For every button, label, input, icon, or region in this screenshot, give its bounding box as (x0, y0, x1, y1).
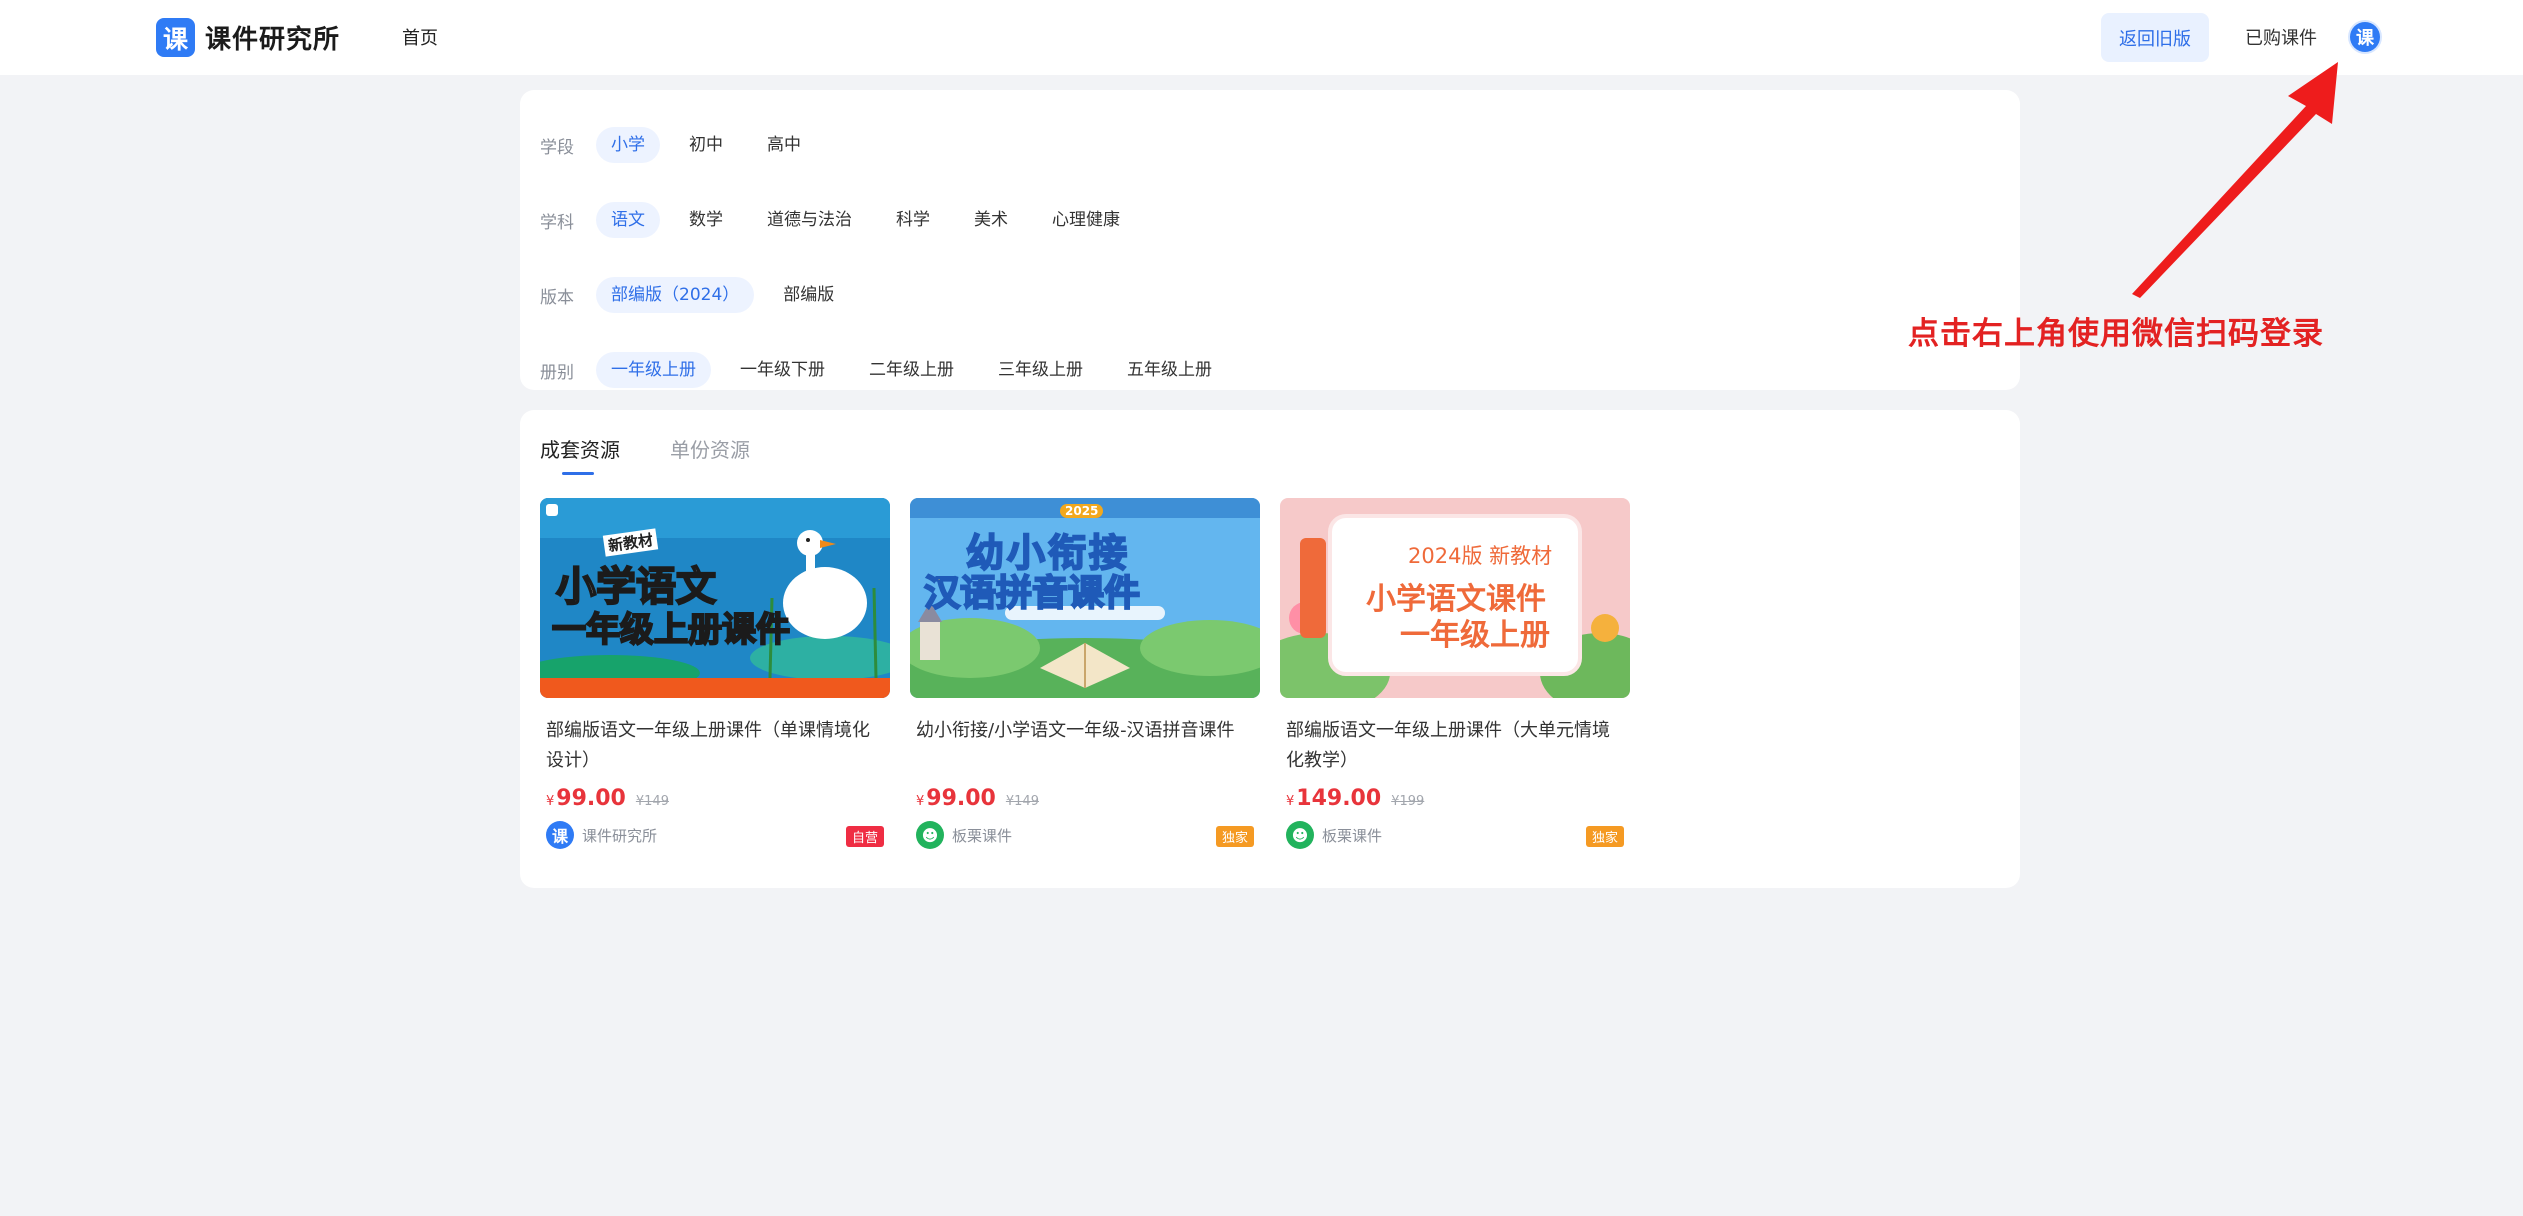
filter-label-subject: 学科 (540, 212, 574, 233)
course-title[interactable]: 部编版语文一年级上册课件（大单元情境化教学） (1286, 716, 1624, 776)
thumb-tag: 2024版 新教材 (1408, 544, 1553, 568)
original-price: ¥149 (1005, 794, 1039, 809)
shop-avatar-icon: ☻ (916, 821, 944, 849)
filter-row-subject: 学科 语文 数学 道德与法治 科学 美术 心理健康 (540, 202, 1149, 238)
logo-icon: 课 (156, 18, 195, 57)
shop-name[interactable]: 板栗课件 (952, 825, 1012, 846)
thumb-subheadline: 一年级上册 (1400, 618, 1550, 653)
filter-chip-subject-math[interactable]: 数学 (674, 202, 738, 238)
filter-row-edition: 版本 部编版（2024） 部编版 (540, 277, 863, 313)
filter-chip-stage-junior[interactable]: 初中 (674, 127, 738, 163)
filter-panel: 学段 小学 初中 高中 学科 语文 数学 道德与法治 科学 美术 心理健康 版本… (520, 90, 2020, 390)
price-row: ¥ 149.00 ¥199 (1286, 786, 1624, 812)
filter-chip-edition-2024[interactable]: 部编版（2024） (596, 277, 755, 313)
currency-symbol: ¥ (916, 794, 925, 809)
tab-bundle-resources[interactable]: 成套资源 (540, 434, 620, 475)
original-price: ¥149 (635, 794, 669, 809)
filter-label-stage: 学段 (540, 137, 574, 158)
price-row: ¥ 99.00 ¥149 (916, 786, 1254, 812)
shop-row: ☻ 板栗课件 独家 (1286, 820, 1624, 850)
filter-chip-volume-g1-up[interactable]: 一年级上册 (596, 352, 711, 388)
course-title[interactable]: 幼小衔接/小学语文一年级-汉语拼音课件 (916, 716, 1254, 776)
course-card[interactable]: 2024版 新教材 小学语文课件 一年级上册 部编版语文一年级上册课件（大单元情… (1280, 498, 1630, 850)
resource-panel: 成套资源 单份资源 新教材 小学语文 一年级上册课件 部编版语文一年级上册课件（… (520, 410, 2020, 888)
filter-chip-subject-science[interactable]: 科学 (881, 202, 945, 238)
filter-chip-stage-primary[interactable]: 小学 (596, 127, 660, 163)
self-operated-badge: 自营 (845, 826, 884, 847)
thumb-subheadline: 一年级上册课件 (551, 609, 791, 651)
course-card[interactable]: 新教材 小学语文 一年级上册课件 部编版语文一年级上册课件（单课情境化设计） ¥… (540, 498, 890, 850)
current-price: 99.00 (926, 786, 996, 811)
exclusive-badge: 独家 (1585, 826, 1624, 847)
filter-chip-subject-art[interactable]: 美术 (959, 202, 1023, 238)
thumb-subheadline: 汉语拼音课件 (923, 572, 1141, 615)
thumb-tag: 2025 (1060, 504, 1104, 518)
current-price: 99.00 (556, 786, 626, 811)
course-title[interactable]: 部编版语文一年级上册课件（单课情境化设计） (546, 716, 884, 776)
course-thumbnail: 2025 幼小衔接 汉语拼音课件 (910, 498, 1260, 698)
current-price: 149.00 (1296, 786, 1382, 811)
red-arrow-icon (2132, 62, 2338, 298)
filter-chip-subject-chinese[interactable]: 语文 (596, 202, 660, 238)
shop-row: ☻ 板栗课件 独家 (916, 820, 1254, 850)
filter-label-volume: 册别 (540, 362, 574, 383)
shop-avatar-icon: 课 (546, 821, 574, 849)
tab-single-resources[interactable]: 单份资源 (670, 434, 750, 475)
course-card[interactable]: 2025 幼小衔接 汉语拼音课件 幼小衔接/小学语文一年级-汉语拼音课件 ¥ 9… (910, 498, 1260, 850)
original-price: ¥199 (1391, 794, 1425, 809)
currency-symbol: ¥ (546, 794, 555, 809)
filter-label-edition: 版本 (540, 287, 574, 308)
shop-name[interactable]: 课件研究所 (582, 825, 657, 846)
logo-text: 课件研究所 (205, 25, 341, 55)
filter-row-volume: 册别 一年级上册 一年级下册 二年级上册 三年级上册 五年级上册 (540, 352, 1241, 388)
shop-row: 课 课件研究所 自营 (546, 820, 884, 850)
filter-chip-volume-g2-up[interactable]: 二年级上册 (854, 352, 969, 388)
filter-chip-volume-g3-up[interactable]: 三年级上册 (983, 352, 1098, 388)
course-thumbnail: 新教材 小学语文 一年级上册课件 (540, 498, 890, 698)
filter-row-stage: 学段 小学 初中 高中 (540, 127, 830, 163)
filter-chip-stage-senior[interactable]: 高中 (752, 127, 816, 163)
filter-chip-volume-g1-down[interactable]: 一年级下册 (725, 352, 840, 388)
site-logo[interactable]: 课 课件研究所 (156, 18, 340, 57)
course-thumbnail: 2024版 新教材 小学语文课件 一年级上册 (1280, 498, 1630, 698)
login-hint-text: 点击右上角使用微信扫码登录 (1908, 316, 2324, 352)
filter-chip-subject-mental-health[interactable]: 心理健康 (1037, 202, 1135, 238)
resource-tabs: 成套资源 单份资源 (540, 434, 800, 475)
filter-chip-edition-standard[interactable]: 部编版 (768, 277, 849, 313)
filter-chip-volume-g5-up[interactable]: 五年级上册 (1112, 352, 1227, 388)
nav-home-link[interactable]: 首页 (402, 24, 438, 50)
exclusive-badge: 独家 (1215, 826, 1254, 847)
filter-chip-subject-morality[interactable]: 道德与法治 (752, 202, 867, 238)
shop-name[interactable]: 板栗课件 (1322, 825, 1382, 846)
shop-avatar-icon: ☻ (1286, 821, 1314, 849)
price-row: ¥ 99.00 ¥149 (546, 786, 884, 812)
currency-symbol: ¥ (1286, 794, 1295, 809)
